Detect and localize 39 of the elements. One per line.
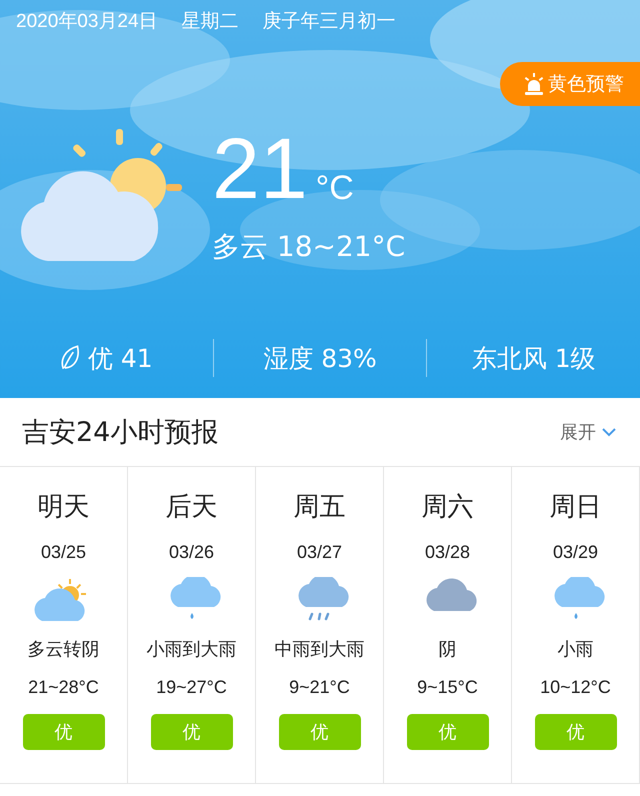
temperature-range-text: 10~12°C [540,677,611,698]
expand-button[interactable]: 展开 [560,420,616,444]
temperature-range-text: 19~27°C [156,677,227,698]
temperature-text: 21 [212,126,308,212]
stat-text: 东北风 1级 [472,342,596,374]
day-name-text: 周六 [422,491,474,524]
condition-text: 多云转阴 [28,638,100,661]
day-name-text: 后天 [166,491,218,524]
siren-icon [522,72,546,96]
stat-text: 湿度 83% [263,342,377,374]
temperature-range-text: 9~15°C [417,677,478,698]
air-quality-badge: 优 [150,714,232,750]
date-text: 2020年03月24日 [16,10,158,34]
day-name-text: 周五 [294,491,346,524]
chevron-down-icon [602,427,616,437]
condition-text: 小雨到大雨 [146,638,236,661]
day-name-text: 明天 [38,491,90,524]
condition-text: 多云 18~21°C [212,229,406,265]
date-text: 03/26 [168,542,214,563]
stat-text: 优 41 [88,342,153,374]
date-text: 03/25 [40,542,86,563]
condition-text: 小雨 [558,638,594,661]
weekday-text: 星期二 [182,10,239,34]
forecast-title: 吉安24小时预报 [22,416,218,450]
leaf-icon [60,344,80,372]
condition-text: 中雨到大雨 [274,638,364,661]
air-quality-badge: 优 [278,714,360,750]
temperature-range-text: 9~21°C [289,677,350,698]
temperature-range-text: 21~28°C [28,677,99,698]
air-quality-badge: 优 [534,714,616,750]
condition-text: 阴 [438,638,456,661]
air-quality-badge: 优 [406,714,488,750]
date-text: 03/28 [424,542,470,563]
day-name-text: 周日 [550,491,602,524]
lunar-date-text: 庚子年三月初一 [262,10,396,34]
air-quality-badge: 优 [22,714,104,750]
date-text: 03/27 [296,542,342,563]
date-text: 03/29 [552,542,598,563]
unit-text: °C [316,169,354,208]
